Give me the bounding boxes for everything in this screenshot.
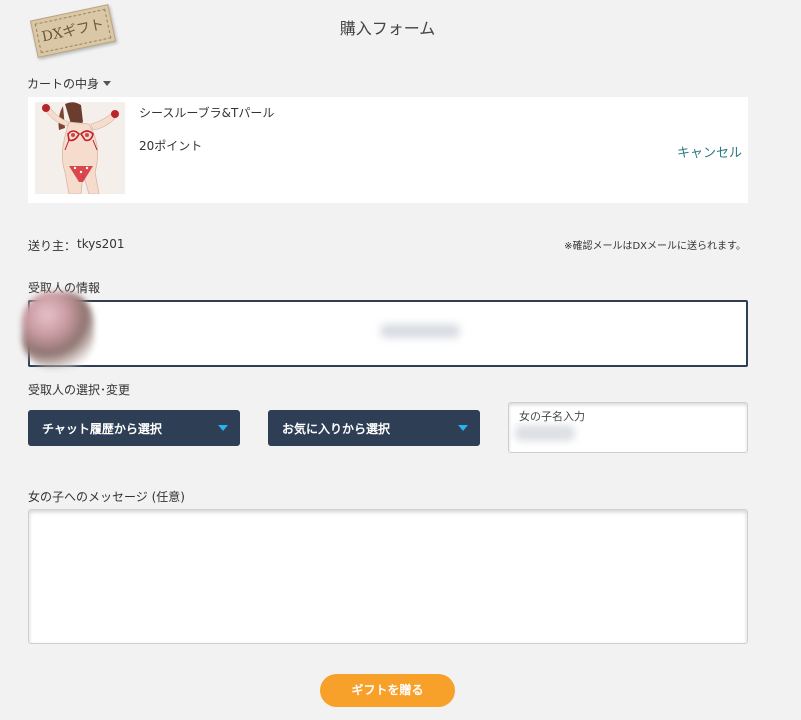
- confirmation-mail-note: ※確認メールはDXメールに送られます。: [564, 241, 746, 252]
- favorites-dropdown-label: お気に入りから選択: [282, 422, 391, 436]
- chat-history-dropdown-label: チャット履歴から選択: [42, 422, 162, 436]
- chat-history-dropdown[interactable]: チャット履歴から選択: [28, 410, 240, 446]
- sender-label: 送り主：: [28, 239, 77, 253]
- product-points: 20ポイント: [139, 139, 203, 153]
- recipient-select-heading: 受取人の選択･変更: [28, 383, 131, 397]
- product-image: [35, 102, 125, 194]
- page-title: 購入フォーム: [339, 19, 436, 38]
- lingerie-illustration: [35, 102, 125, 194]
- caret-down-icon: [103, 81, 112, 86]
- send-gift-button[interactable]: ギフトを贈る: [320, 674, 455, 707]
- cart-item-card: シースルーブラ&Tパール 20ポイント キャンセル: [28, 97, 748, 203]
- sender-name: tkys201: [77, 237, 125, 251]
- recipient-avatar: [22, 292, 94, 368]
- cart-contents-toggle[interactable]: カートの中身: [27, 75, 112, 92]
- girl-name-input-label: 女の子名入力: [519, 410, 585, 423]
- recipient-info-box[interactable]: [28, 300, 748, 367]
- triangle-down-icon: [458, 425, 468, 431]
- favorites-dropdown[interactable]: お気に入りから選択: [268, 410, 480, 446]
- product-name: シースルーブラ&Tパール: [139, 106, 275, 120]
- cancel-link[interactable]: キャンセル: [677, 142, 742, 161]
- message-textarea[interactable]: [28, 509, 748, 644]
- triangle-down-icon: [218, 425, 228, 431]
- girl-name-input[interactable]: 女の子名入力: [508, 402, 748, 453]
- cart-toggle-label: カートの中身: [27, 77, 100, 91]
- girl-name-value-blurred: [515, 425, 575, 441]
- recipient-name-blurred: [380, 324, 460, 338]
- message-heading: 女の子へのメッセージ (任意): [28, 490, 185, 504]
